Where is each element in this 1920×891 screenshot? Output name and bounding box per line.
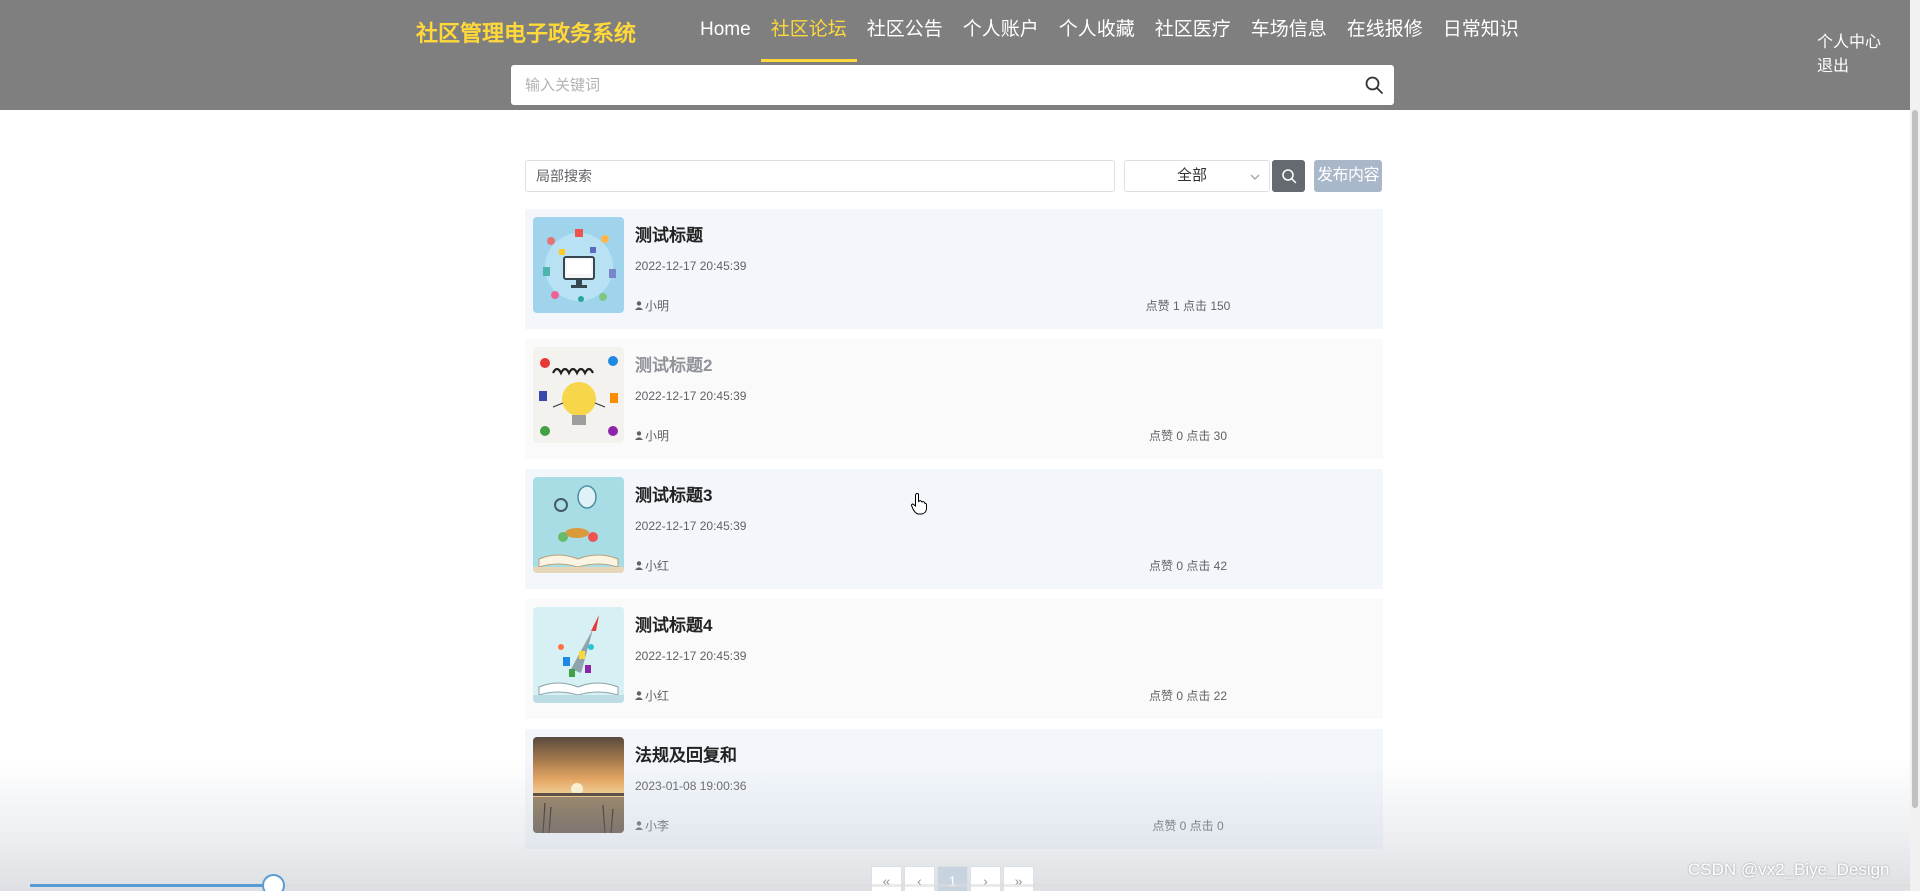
post-title[interactable]: 测试标题2 [635,351,712,376]
post-stats: 点赞 0 点击 42 [1148,559,1228,573]
global-search-box [511,65,1394,105]
post-title[interactable]: 测试标题3 [635,481,712,506]
chevron-down-icon [1249,170,1261,182]
next-page-button[interactable]: › [970,866,1001,891]
post-author-name: 小明 [645,429,670,443]
nav-announcements[interactable]: 社区公告 [857,0,953,62]
publish-button[interactable]: 发布内容 [1314,160,1382,192]
user-icon [635,691,643,700]
post-author-name: 小李 [645,819,670,833]
current-page-button[interactable]: 1 [937,866,968,891]
user-icon [635,821,643,830]
post-author: 小李 [635,817,669,834]
post-time: 2023-01-08 19:00:36 [635,779,747,793]
user-icon [635,301,643,310]
post-author: 小红 [635,687,669,704]
page-scrollbar-thumb[interactable] [1912,110,1918,808]
video-progress-track[interactable] [30,884,1910,887]
nav-knowledge[interactable]: 日常知识 [1433,0,1529,62]
post-time: 2022-12-17 20:45:39 [635,259,747,273]
global-search-input[interactable] [511,65,1351,105]
post-time: 2022-12-17 20:45:39 [635,649,747,663]
nav-forum[interactable]: 社区论坛 [760,0,857,62]
filter-search-button[interactable] [1272,160,1305,192]
nav-home[interactable]: Home [690,0,761,62]
last-page-button[interactable]: » [1003,866,1034,891]
post-title[interactable]: 测试标题4 [635,611,712,636]
post-item[interactable]: 测试标题3 2022-12-17 20:45:39 小红 点赞 0 点击 42 [525,469,1383,589]
post-stats: 点赞 1 点击 150 [1145,299,1231,313]
logout-link[interactable]: 退出 [1817,55,1881,79]
main-nav: Home 社区论坛 社区公告 个人账户 个人收藏 社区医疗 车场信息 在线报修 … [690,0,1529,62]
post-thumbnail[interactable] [533,347,624,443]
user-icon [635,561,643,570]
top-header: 社区管理电子政务系统 Home 社区论坛 社区公告 个人账户 个人收藏 社区医疗… [0,0,1910,110]
search-icon [1282,169,1297,184]
search-icon[interactable] [1364,75,1384,95]
user-icon [635,431,643,440]
post-stats: 点赞 0 点击 30 [1148,429,1228,443]
post-title[interactable]: 测试标题 [635,221,703,246]
post-item[interactable]: 测试标题4 2022-12-17 20:45:39 小红 点赞 0 点击 22 [525,599,1383,719]
post-title[interactable]: 法规及回复和 [635,741,737,766]
profile-link[interactable]: 个人中心 [1817,31,1881,55]
post-item[interactable]: 测试标题 2022-12-17 20:45:39 小明 点赞 1 点击 150 [525,209,1383,329]
nav-parking[interactable]: 车场信息 [1241,0,1337,62]
watermark: CSDN @vx2_Biye_Design [1688,860,1890,879]
post-time: 2022-12-17 20:45:39 [635,389,747,403]
nav-medical[interactable]: 社区医疗 [1145,0,1241,62]
post-item[interactable]: 法规及回复和 2023-01-08 19:00:36 小李 点赞 0 点击 0 [525,729,1383,849]
post-author-name: 小红 [645,689,670,703]
post-author-name: 小红 [645,559,670,573]
post-thumbnail[interactable] [533,737,624,833]
hand-cursor-icon [910,493,927,520]
video-progress-fill [30,884,274,887]
post-thumbnail[interactable] [533,607,624,703]
nav-personal-account[interactable]: 个人账户 [953,0,1049,62]
post-author: 小明 [635,297,669,314]
nav-repair[interactable]: 在线报修 [1337,0,1433,62]
post-stats: 点赞 0 点击 22 [1148,689,1228,703]
category-select-value: 全部 [1176,167,1207,184]
post-author: 小红 [635,557,669,574]
post-thumbnail[interactable] [533,477,624,573]
user-links: 个人中心 退出 [1817,31,1881,79]
post-author-name: 小明 [645,299,670,313]
site-logo[interactable]: 社区管理电子政务系统 [416,16,636,48]
pagination: « ‹ 1 › » [871,866,1036,891]
first-page-button[interactable]: « [871,866,902,891]
post-time: 2022-12-17 20:45:39 [635,519,747,533]
post-item[interactable]: 测试标题2 2022-12-17 20:45:39 小明 点赞 0 点击 30 [525,339,1383,459]
local-search-input[interactable] [525,160,1115,192]
prev-page-button[interactable]: ‹ [904,866,935,891]
post-thumbnail[interactable] [533,217,624,313]
category-select[interactable]: 全部 [1124,160,1270,192]
post-stats: 点赞 0 点击 0 [1152,819,1224,833]
video-progress-knob[interactable] [262,874,285,891]
nav-favorites[interactable]: 个人收藏 [1049,0,1145,62]
post-author: 小明 [635,427,669,444]
